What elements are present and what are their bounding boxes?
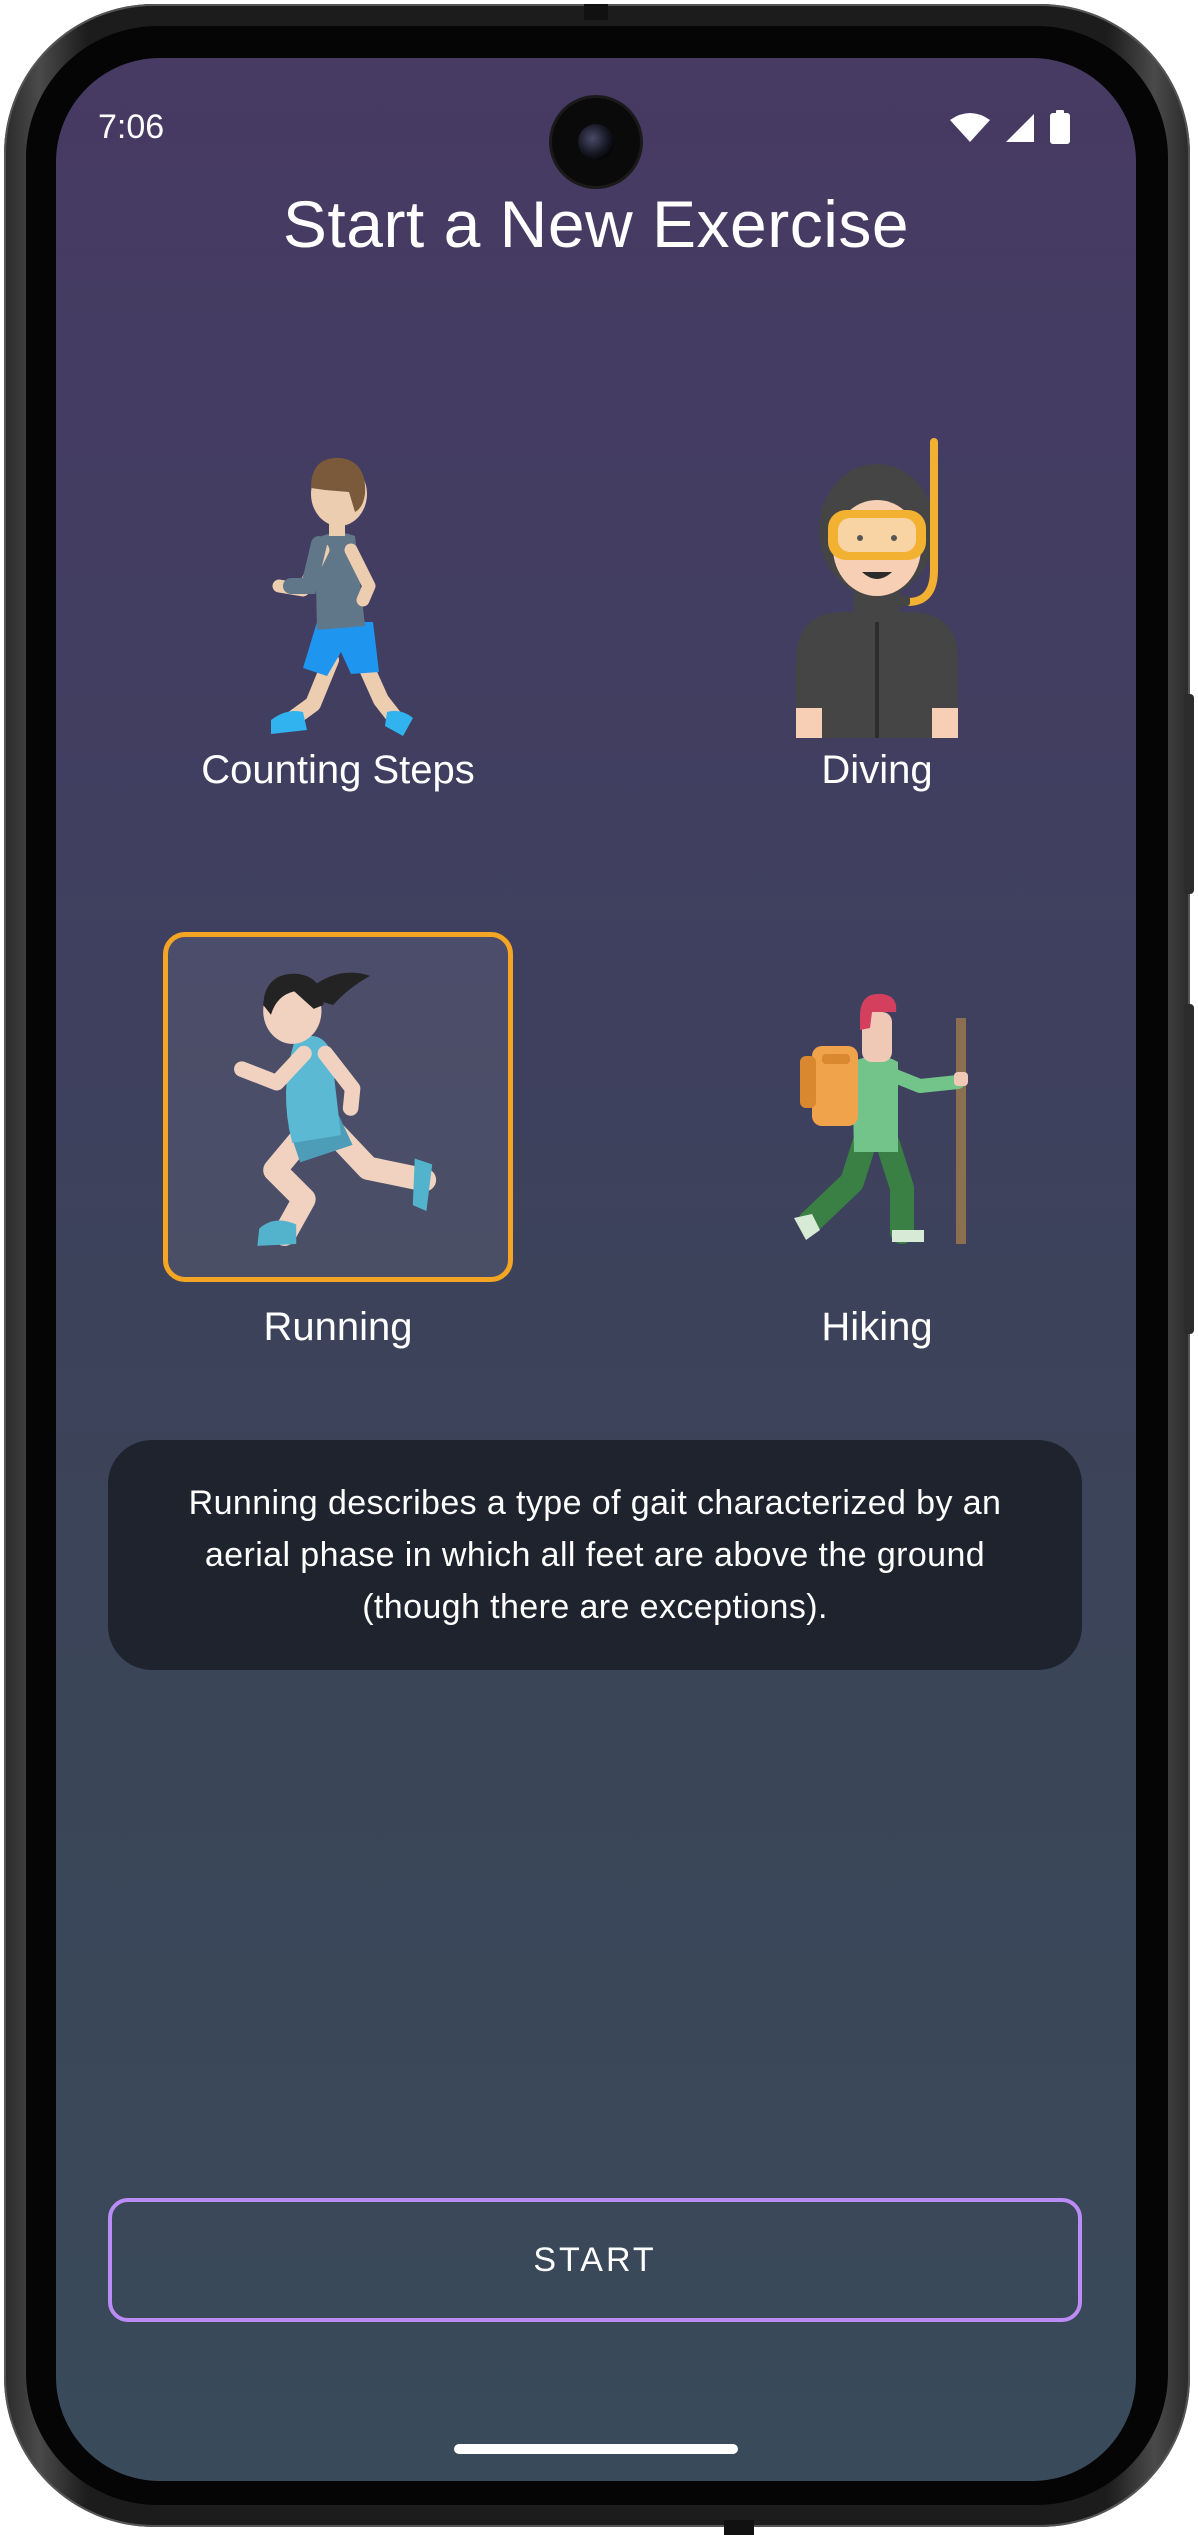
diver-with-snorkel-icon — [796, 438, 958, 738]
exercise-label-running: Running — [263, 1305, 413, 1349]
power-button — [1184, 1004, 1194, 1334]
start-button-label: START — [533, 2240, 657, 2279]
home-gesture-bar[interactable] — [454, 2444, 738, 2454]
front-camera — [552, 98, 640, 186]
page-title: Start a New Exercise — [282, 187, 910, 261]
battery-icon — [1050, 110, 1070, 144]
exercise-label-hiking: Hiking — [821, 1305, 933, 1349]
exercise-label-counting-steps: Counting Steps — [201, 748, 475, 792]
volume-button — [1184, 694, 1194, 894]
woman-running-icon — [234, 972, 437, 1246]
frame-antenna-line — [724, 2520, 754, 2535]
start-button[interactable]: START — [108, 2198, 1082, 2322]
exercise-tile-running[interactable] — [163, 932, 513, 1282]
wifi-icon — [950, 113, 990, 142]
person-walking-icon — [271, 457, 413, 736]
status-icons — [950, 110, 1070, 144]
hiker-with-backpack-icon — [794, 993, 968, 1244]
exercise-tile-counting-steps[interactable] — [163, 390, 513, 740]
exercise-tile-diving[interactable] — [702, 390, 1052, 740]
cellular-signal-icon — [1006, 114, 1034, 142]
app-screen: 7:06 Start a New Exercise Counting Steps… — [56, 58, 1136, 2481]
exercise-label-diving: Diving — [821, 748, 933, 792]
exercise-description-card: Running describes a type of gait charact… — [108, 1440, 1082, 1670]
status-time: 7:06 — [98, 108, 165, 146]
frame-antenna-line — [584, 4, 608, 20]
exercise-tile-hiking[interactable] — [702, 932, 1052, 1282]
exercise-description-text: Running describes a type of gait charact… — [188, 1484, 1002, 1626]
